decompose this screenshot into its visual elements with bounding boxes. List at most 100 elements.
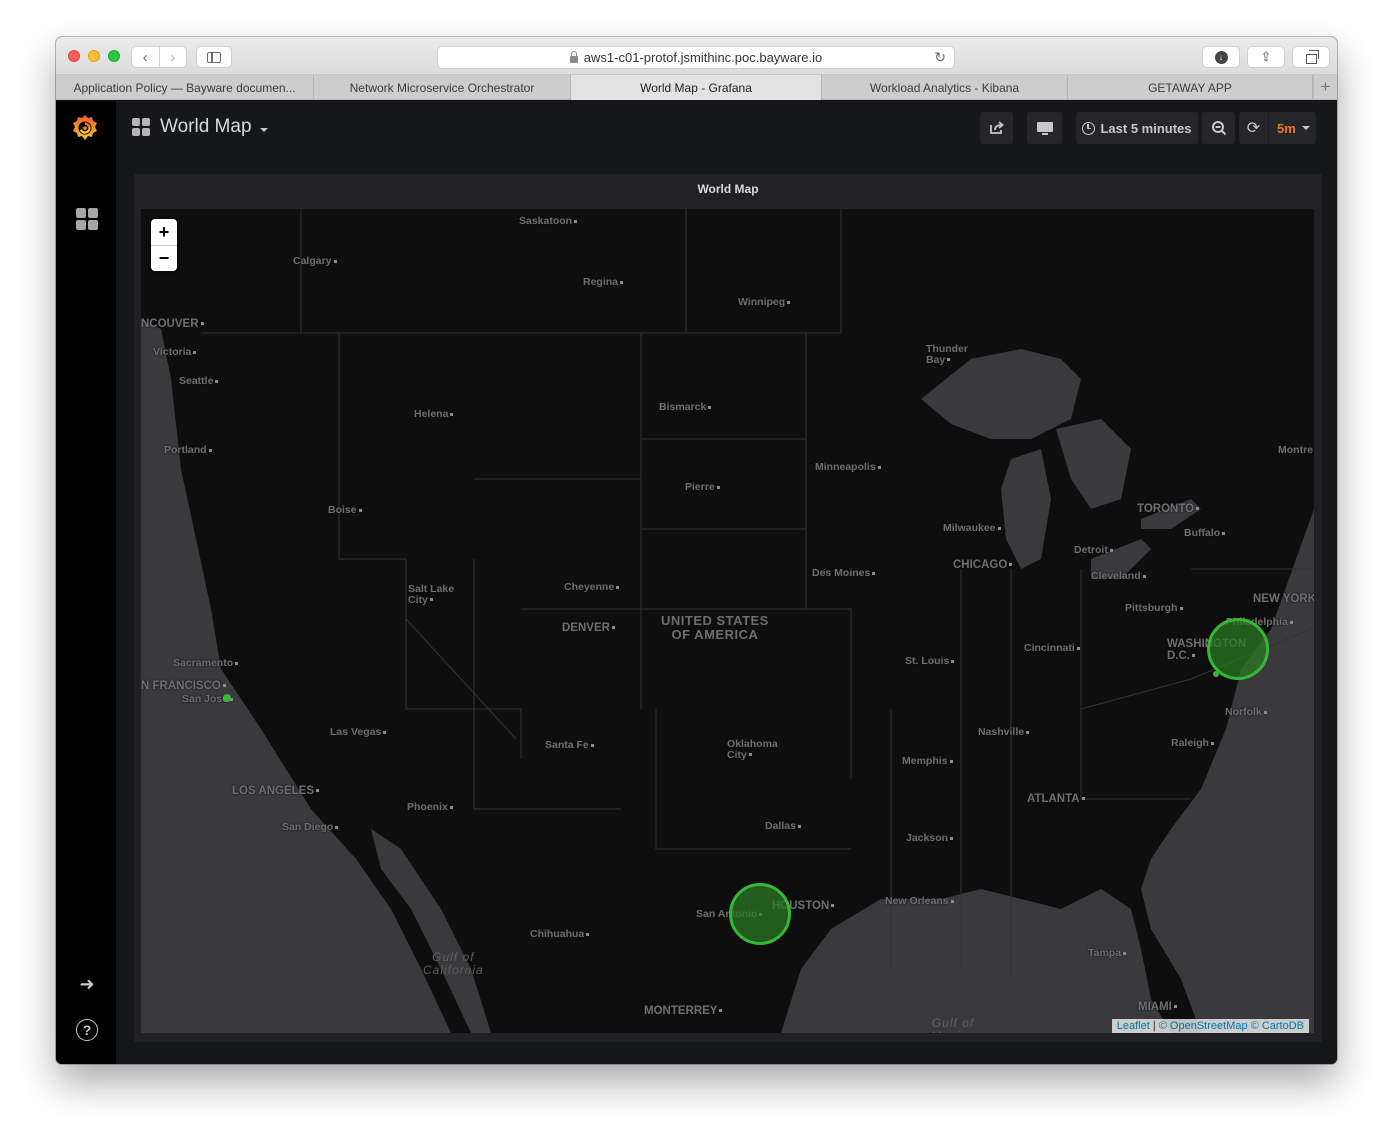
city-label: New Orleans	[885, 896, 954, 907]
city-label: Bismarck	[659, 402, 712, 413]
water-label-gulf-of-mexico: Gulf of Mexico	[931, 1016, 975, 1033]
marker-dc-small[interactable]	[1213, 671, 1219, 677]
city-dot-icon	[1173, 1005, 1177, 1009]
city-dot-icon	[450, 412, 454, 416]
city-dot-icon	[708, 405, 712, 409]
city-label: Raleigh	[1171, 738, 1214, 749]
tab-world-map-grafana[interactable]: World Map - Grafana	[571, 75, 822, 100]
refresh-picker[interactable]: ⟳ 5m	[1239, 112, 1316, 144]
city-dot-icon	[872, 571, 876, 575]
city-dot-icon	[947, 358, 951, 362]
dashboard-title: World Map	[160, 116, 252, 137]
city-dot-icon	[429, 598, 433, 602]
city-dot-icon	[787, 300, 791, 304]
tabs-overview-icon	[1305, 50, 1319, 64]
time-range-label: Last 5 minutes	[1100, 120, 1192, 136]
help-icon[interactable]: ?	[75, 1018, 99, 1042]
grafana-logo-icon[interactable]	[69, 113, 101, 145]
back-button[interactable]: ‹	[132, 47, 159, 67]
city-dot-icon	[748, 753, 752, 757]
city-label: Salt Lake City	[408, 583, 455, 606]
minimize-window-button[interactable]	[88, 50, 100, 62]
leaflet-link[interactable]: Leaflet	[1117, 1020, 1150, 1032]
city-label: Phoenix	[407, 802, 453, 813]
address-bar[interactable]: aws1-c01-protof.jsmithinc.poc.bayware.io…	[437, 46, 955, 69]
clock-icon	[1082, 121, 1096, 135]
city-label: Boise	[328, 505, 362, 516]
city-label: Chihuahua	[530, 929, 590, 940]
city-dot-icon	[1076, 646, 1080, 650]
attribution-separator: |	[1152, 1020, 1156, 1032]
city-label: Norfolk	[1225, 707, 1267, 718]
new-tab-button[interactable]: +	[1313, 75, 1337, 99]
show-tabs-button[interactable]	[1292, 46, 1330, 68]
city-label: MIAMI	[1138, 1001, 1177, 1014]
downloads-button[interactable]: ↓	[1202, 46, 1240, 68]
city-label: Detroit	[1074, 545, 1113, 556]
osm-link[interactable]: © OpenStreetMap	[1159, 1020, 1248, 1032]
tv-mode-button[interactable]	[1027, 112, 1062, 144]
city-label: Memphis	[902, 756, 953, 767]
city-label: Milwaukee	[943, 523, 1001, 534]
reload-icon[interactable]: ↻	[934, 49, 946, 66]
refresh-icon[interactable]: ⟳	[1239, 112, 1269, 144]
city-dot-icon	[1263, 710, 1267, 714]
city-label: NEW YORK	[1253, 593, 1314, 606]
time-range-picker[interactable]: Last 5 minutes	[1076, 112, 1198, 144]
share-icon: ⇪	[1260, 49, 1272, 64]
zoom-out-time-button[interactable]	[1202, 112, 1235, 144]
city-dot-icon	[1192, 653, 1195, 657]
city-dot-icon	[1210, 741, 1214, 745]
city-dot-icon	[1222, 531, 1226, 535]
city-dot-icon	[222, 684, 226, 688]
map-canvas[interactable]: + − UNITED STATES OF AMERICA Gulf of Cal…	[141, 209, 1314, 1033]
city-dot-icon	[1009, 563, 1013, 567]
city-dot-icon	[877, 465, 881, 469]
city-label: Des Moines	[812, 568, 876, 579]
side-menu: ➜ ?	[56, 101, 116, 1064]
city-dot-icon	[797, 824, 801, 828]
marker-san-antonio[interactable]	[729, 883, 791, 945]
atlantic-ocean	[1141, 509, 1314, 1033]
city-label: Victoria	[153, 347, 197, 358]
city-label: Santa Fe	[545, 740, 594, 751]
caret-down-icon	[259, 128, 268, 132]
dashboards-icon[interactable]	[75, 207, 99, 231]
sidebar-toggle-button[interactable]	[196, 46, 232, 68]
close-window-button[interactable]	[68, 50, 80, 62]
forward-button[interactable]: ›	[158, 47, 187, 67]
city-label: Seattle	[179, 376, 219, 387]
city-dot-icon	[1142, 574, 1146, 578]
city-dot-icon	[590, 743, 594, 747]
sign-in-icon[interactable]: ➜	[75, 972, 99, 996]
dashboard-picker[interactable]: World Map	[132, 116, 268, 138]
refresh-interval: 5m	[1277, 120, 1296, 136]
city-label: Oklahoma City	[727, 738, 778, 761]
panel-title[interactable]: World Map	[134, 174, 1322, 204]
zoom-out-button[interactable]: −	[151, 245, 177, 271]
tab-application-policy[interactable]: Application Policy — Bayware documen...	[56, 75, 314, 100]
city-dot-icon	[1109, 548, 1113, 552]
tab-getaway-app[interactable]: GETAWAY APP	[1068, 75, 1313, 100]
tab-workload-analytics[interactable]: Workload Analytics - Kibana	[822, 75, 1068, 100]
city-dot-icon	[951, 659, 955, 663]
city-label: Winnipeg	[738, 297, 791, 308]
city-dot-icon	[383, 730, 387, 734]
dashboard-navbar: World Map Last 5 minutes ⟳ 5m	[116, 101, 1337, 156]
zoom-in-button[interactable]: +	[151, 219, 177, 245]
marker-san-jose[interactable]	[223, 694, 231, 702]
share-button[interactable]: ⇪	[1247, 46, 1285, 68]
lake-huron	[1056, 419, 1131, 509]
share-dashboard-button[interactable]	[980, 112, 1013, 144]
city-label: DENVER	[562, 622, 615, 635]
city-label: LOS ANGELES	[232, 785, 319, 798]
browser-window: ‹ › aws1-c01-protof.jsmithinc.poc.baywar…	[56, 37, 1337, 1064]
city-label: St. Louis	[905, 656, 955, 667]
cartodb-link[interactable]: © CartoDB	[1251, 1020, 1304, 1032]
city-dot-icon	[215, 379, 219, 383]
city-dot-icon	[335, 825, 339, 829]
city-dot-icon	[950, 836, 954, 840]
city-dot-icon	[1123, 951, 1127, 955]
fullscreen-window-button[interactable]	[108, 50, 120, 62]
tab-network-orchestrator[interactable]: Network Microservice Orchestrator	[314, 75, 571, 100]
